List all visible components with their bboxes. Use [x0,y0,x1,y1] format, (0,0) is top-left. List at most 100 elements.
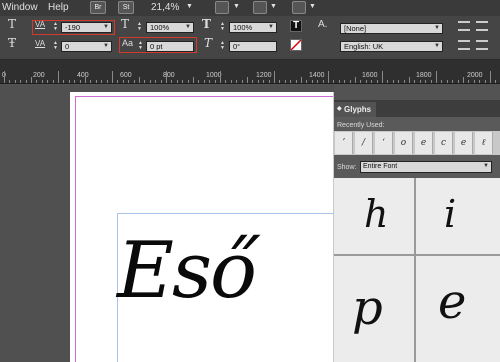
ruler-tick [333,80,335,83]
ruler-tick [176,80,178,83]
menu-window[interactable]: Window [2,2,38,13]
glyph-cell[interactable]: h [334,178,414,254]
menu-help[interactable]: Help [48,2,69,13]
recent-glyph[interactable]: o [395,132,413,154]
horizontal-ruler[interactable]: 0 200 400 600 800 1000 1200 1400 1600 18… [0,60,500,84]
ruler-tick [95,80,97,83]
ruler-tick [155,80,157,83]
ruler-tick [457,80,459,83]
ruler-tick [317,80,319,83]
character-style-icon: A. [318,19,328,30]
ruler-tick [263,80,265,83]
ruler-tick [128,80,130,83]
ruler-tick [274,71,275,83]
ruler-tick [247,77,248,83]
ruler-tick [328,71,329,83]
ruler-tick [392,80,394,83]
zoom-dropdown-icon[interactable]: ▼ [186,3,193,10]
ruler-label: 1600 [362,72,378,79]
justify-all-icon[interactable] [476,40,488,50]
ruler-label: 200 [33,72,45,79]
ruler-tick [133,80,135,83]
recently-used-label: Recently Used: [337,122,385,129]
arrange-dropdown-icon[interactable]: ▼ [309,3,316,10]
align-center-icon[interactable] [476,21,488,31]
ruler-tick [257,80,259,83]
ruler-tick [360,80,362,83]
justify-left-icon[interactable] [458,40,470,50]
skew-field[interactable]: 0° [229,41,277,52]
recent-glyph[interactable]: ʻ [375,132,393,154]
view-options-dropdown-icon[interactable]: ▼ [233,3,240,10]
horizontal-scale-field[interactable]: 100% ▼ [229,22,277,33]
zoom-level[interactable]: 21,4% [151,2,179,13]
ruler-tick [139,77,140,83]
ruler-tick [63,80,65,83]
vertical-scale-stepper[interactable]: ▲ ▼ [136,22,143,33]
ruler-tick [9,80,11,83]
panel-collapse-icon[interactable]: ◆ [337,102,342,117]
ruler-tick [344,80,346,83]
stock-button[interactable]: St [118,1,134,14]
ruler-tick [58,71,59,83]
left-margin-guide [75,96,76,362]
recently-used-row: ʼ / ʻ o e c e ℓ [334,131,500,155]
ruler-tick [479,80,481,83]
ruler-tick [338,80,340,83]
horizontal-scale-stepper[interactable]: ▲ ▼ [219,22,226,33]
recent-glyph[interactable]: / [355,132,373,154]
ruler-tick [220,71,221,83]
ruler-label: 800 [163,72,175,79]
skew-icon: T [204,36,213,50]
recent-glyph[interactable]: e [415,132,433,154]
bridge-button[interactable]: Br [90,1,106,14]
recent-glyph[interactable]: e [455,132,473,154]
tracking-field[interactable]: 0 ▼ [61,41,112,52]
text-stroke-none-icon[interactable] [290,39,302,51]
ruler-tick [41,80,43,83]
language-select[interactable]: English: UK ▼ [340,41,443,52]
ruler-tick [425,80,427,83]
character-style-select[interactable]: [None] ▼ [340,23,443,34]
ruler-tick [182,80,184,83]
glyphs-panel: ◆ Glyphs Recently Used: ʼ / ʻ o e c e ℓ … [334,100,500,362]
vertical-scale-field[interactable]: 100% ▼ [146,22,194,33]
view-options-icon[interactable] [215,1,229,14]
ruler-tick [149,80,151,83]
tracking-stepper[interactable]: ▲ ▼ [52,41,59,52]
glyph-cell[interactable]: p [334,256,414,362]
arrange-documents-icon[interactable] [292,1,306,14]
ruler-tick [20,80,22,83]
screen-mode-dropdown-icon[interactable]: ▼ [270,3,277,10]
ruler-tick [68,80,70,83]
ruler-tick [295,80,297,83]
ruler-tick [31,77,32,83]
ruler-tick [463,77,464,83]
ruler-tick [112,71,113,83]
recent-glyph[interactable]: ʼ [335,132,353,154]
ruler-tick [74,80,76,83]
ruler-tick [101,80,103,83]
indesign-window: Window Help Br St 21,4% ▼ ▼ ▼ ▼ T Ŧ VA ▲… [0,0,500,362]
strikethrough-icon[interactable]: Ŧ [8,36,16,50]
ruler-tick [409,77,410,83]
ruler-tick [14,80,16,83]
show-select[interactable]: Entire Font ▼ [360,161,492,173]
document-text[interactable]: Eső [117,232,257,310]
recent-glyph[interactable]: c [435,132,453,154]
ruler-tick [495,80,497,83]
ruler-tick [382,71,383,83]
text-fill-icon[interactable]: T [290,20,302,32]
vertical-scale-icon: T [121,17,130,31]
skew-stepper[interactable]: ▲ ▼ [219,41,226,52]
kerning-highlight [32,20,115,35]
tab-glyphs[interactable]: ◆ Glyphs [334,102,376,117]
glyph-cell[interactable]: i [416,178,500,254]
screen-mode-icon[interactable] [253,1,267,14]
ruler-tick [398,80,400,83]
ruler-tick [446,80,448,83]
align-left-icon[interactable] [458,21,470,31]
ruler-tick [160,80,162,83]
glyph-cell[interactable]: e [416,256,500,362]
recent-glyph[interactable]: ℓ [475,132,493,154]
